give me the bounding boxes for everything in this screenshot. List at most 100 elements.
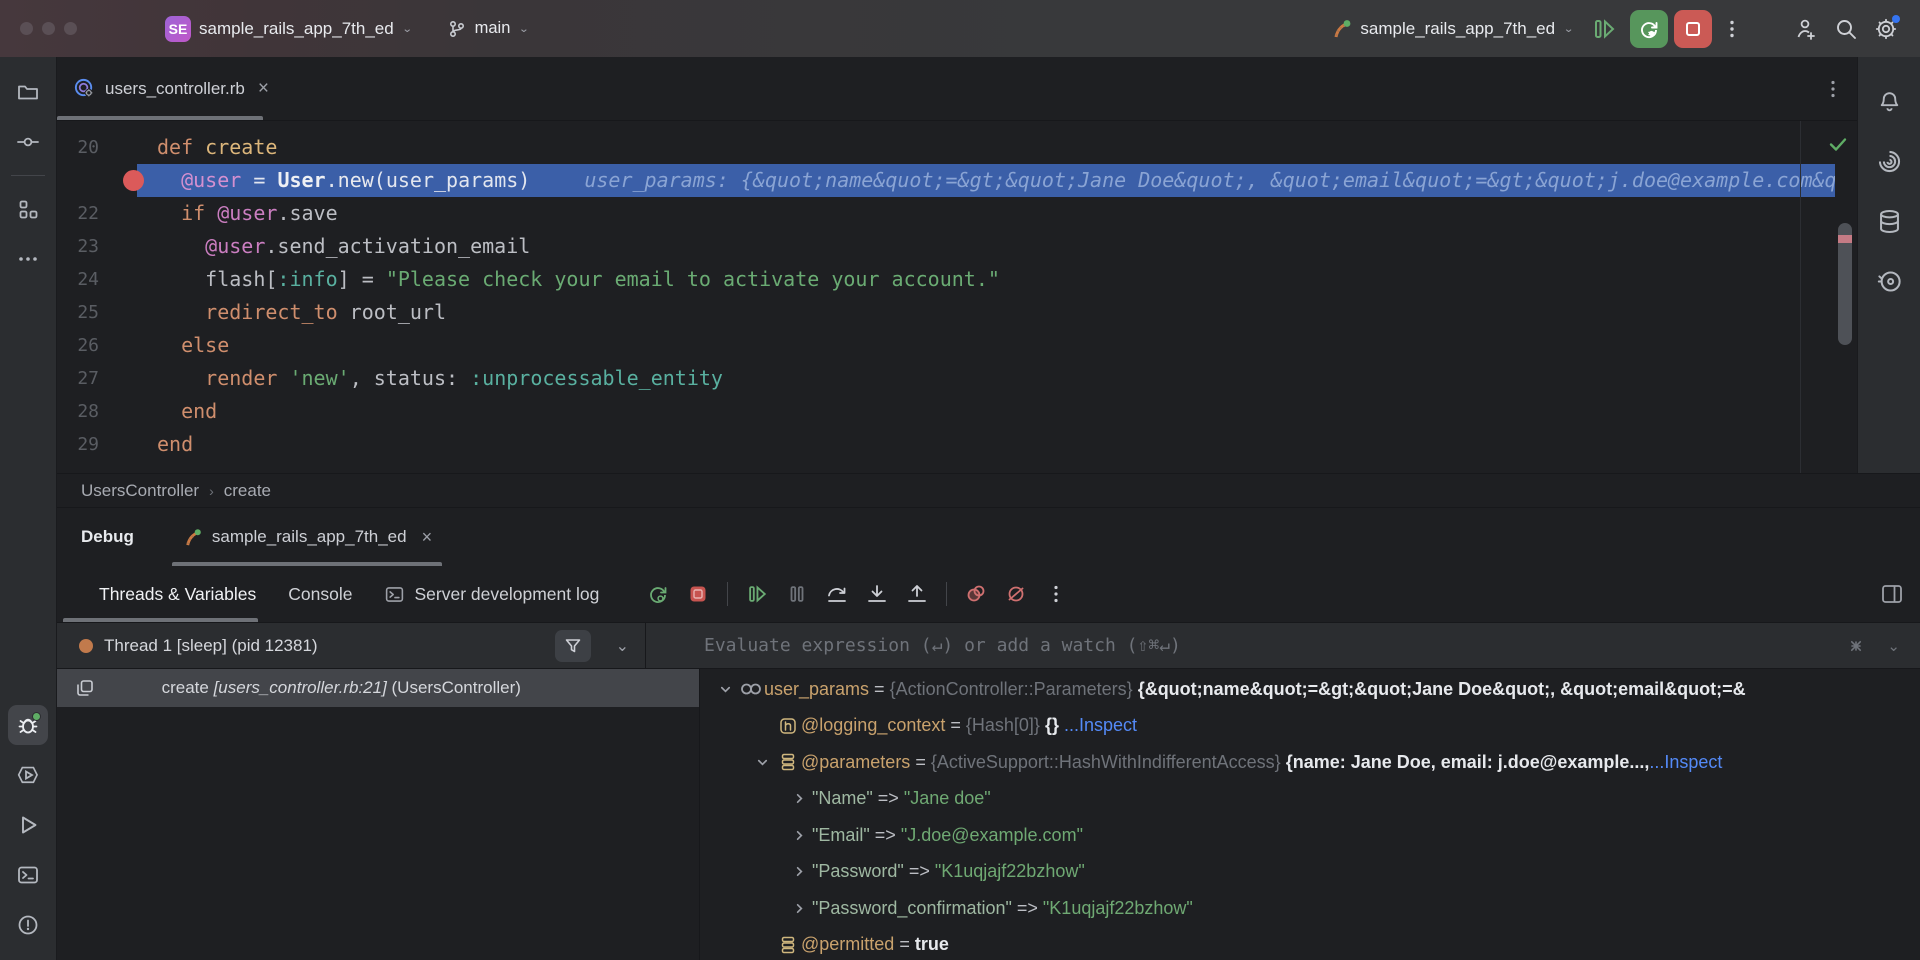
settings-icon[interactable] (1866, 10, 1906, 48)
step-into-icon[interactable] (862, 579, 892, 609)
code-text[interactable]: end (137, 428, 1835, 461)
chevron-down-icon[interactable]: ⌄ (1887, 637, 1900, 655)
run-icon[interactable] (8, 805, 48, 845)
code-line[interactable]: 22 if @user.save (57, 197, 1835, 230)
tab-threads-variables[interactable]: Threads & Variables (83, 566, 272, 622)
ai-assistant-icon[interactable] (1869, 141, 1909, 181)
problems-icon[interactable] (8, 905, 48, 945)
line-number[interactable]: 29 (57, 428, 137, 461)
code-line[interactable]: 26 else (57, 329, 1835, 362)
variable-row[interactable]: @logging_context = {Hash[0]} {} ...Inspe… (700, 708, 1920, 745)
variable-row[interactable]: @permitted = true (700, 927, 1920, 960)
pause-icon[interactable] (782, 579, 812, 609)
chevron-down-icon[interactable] (749, 756, 775, 769)
local-history-icon[interactable] (1869, 261, 1909, 301)
chevron-right-icon[interactable] (786, 902, 812, 915)
inspect-link[interactable]: ...Inspect (1649, 752, 1722, 773)
scrollbar-thumb[interactable] (1838, 223, 1852, 345)
line-number[interactable]: 24 (57, 263, 137, 296)
stop-button[interactable] (1674, 10, 1712, 48)
breakpoint-gutter[interactable] (57, 164, 137, 197)
search-icon[interactable] (1826, 10, 1866, 48)
code-text[interactable]: redirect_to root_url (137, 296, 1835, 329)
code-line[interactable]: 25 redirect_to root_url (57, 296, 1835, 329)
chevron-right-icon[interactable] (786, 829, 812, 842)
branch-widget[interactable]: main ⌄ (437, 13, 540, 45)
code-text[interactable]: end (137, 395, 1835, 428)
stop-icon[interactable] (683, 579, 713, 609)
tab-console[interactable]: Console (272, 566, 368, 622)
tab-users-controller[interactable]: users_controller.rb × (57, 57, 285, 120)
layout-settings-icon[interactable] (1880, 582, 1904, 606)
commit-icon[interactable] (8, 122, 48, 162)
line-number[interactable]: 20 (57, 131, 137, 164)
line-number[interactable]: 23 (57, 230, 137, 263)
project-folder-icon[interactable] (8, 72, 48, 112)
code-line[interactable]: 29end (57, 428, 1835, 461)
structure-icon[interactable] (8, 189, 48, 229)
code-line[interactable]: @user = User.new(user_params)user_params… (57, 164, 1835, 197)
code-line[interactable]: 20def create (57, 131, 1835, 164)
database-icon[interactable] (1869, 201, 1909, 241)
variable-row[interactable]: "Name" => "Jane doe" (700, 781, 1920, 818)
breadcrumb-method[interactable]: create (224, 481, 271, 501)
inline-watch-icon[interactable] (1847, 637, 1865, 655)
close-icon[interactable]: × (422, 527, 433, 548)
notifications-bell-icon[interactable] (1869, 81, 1909, 121)
mute-breakpoints-icon[interactable] (1001, 579, 1031, 609)
chevron-down-icon[interactable] (712, 683, 738, 696)
view-breakpoints-icon[interactable] (961, 579, 991, 609)
terminal-icon[interactable] (8, 855, 48, 895)
code-line[interactable]: 28 end (57, 395, 1835, 428)
code-line[interactable]: 24 flash[:info] = "Please check your ema… (57, 263, 1835, 296)
line-number[interactable]: 27 (57, 362, 137, 395)
chevron-down-icon[interactable]: ⌄ (616, 636, 629, 656)
code-text[interactable]: def create (137, 131, 1835, 164)
close-icon[interactable]: × (258, 78, 269, 100)
restart-debugger-button[interactable] (1630, 10, 1668, 48)
filter-frames-button[interactable] (555, 630, 591, 662)
more-icon[interactable] (1712, 10, 1752, 48)
line-number[interactable]: 28 (57, 395, 137, 428)
debug-icon[interactable] (8, 705, 48, 745)
more-icon[interactable] (1823, 79, 1843, 99)
frame-row[interactable]: create [users_controller.rb:21] (UsersCo… (57, 669, 699, 707)
line-number[interactable]: 25 (57, 296, 137, 329)
variables-pane[interactable]: user_params = {ActionController::Paramet… (700, 669, 1920, 960)
line-number[interactable]: 26 (57, 329, 137, 362)
evaluate-expression-input[interactable]: Evaluate expression (↵) or add a watch (… (704, 635, 1847, 656)
resume-icon[interactable] (742, 579, 772, 609)
run-config-widget[interactable]: sample_rails_app_7th_ed ⌄ (1320, 12, 1584, 46)
debug-session-tab[interactable]: sample_rails_app_7th_ed × (168, 508, 446, 566)
services-icon[interactable] (8, 755, 48, 795)
more-icon[interactable] (8, 239, 48, 279)
inspections-ok-icon[interactable] (1827, 133, 1849, 155)
variable-row[interactable]: "Email" => "J.doe@example.com" (700, 817, 1920, 854)
code-line[interactable]: 27 render 'new', status: :unprocessable_… (57, 362, 1835, 395)
variable-row[interactable]: @parameters = {ActiveSupport::HashWithIn… (700, 744, 1920, 781)
variable-row[interactable]: "Password_confirmation" => "K1uqjajf22bz… (700, 890, 1920, 927)
editor-lines[interactable]: 20def create @user = User.new(user_param… (57, 121, 1835, 473)
inspect-link[interactable]: ...Inspect (1064, 715, 1137, 736)
code-text[interactable]: else (137, 329, 1835, 362)
code-text[interactable]: @user.send_activation_email (137, 230, 1835, 263)
project-widget[interactable]: SE sample_rails_app_7th_ed ⌄ (155, 10, 423, 48)
breadcrumb-class[interactable]: UsersController (81, 481, 199, 501)
code-text[interactable]: @user = User.new(user_params)user_params… (137, 164, 1835, 197)
chevron-right-icon[interactable] (786, 865, 812, 878)
rerun-debug-icon[interactable] (643, 579, 673, 609)
breakpoint-dot[interactable] (123, 170, 144, 191)
code-text[interactable]: if @user.save (137, 197, 1835, 230)
add-user-icon[interactable] (1786, 10, 1826, 48)
editor-scrollbar[interactable] (1835, 121, 1857, 473)
code-text[interactable]: flash[:info] = "Please check your email … (137, 263, 1835, 296)
code-text[interactable]: render 'new', status: :unprocessable_ent… (137, 362, 1835, 395)
step-out-icon[interactable] (902, 579, 932, 609)
variable-row[interactable]: user_params = {ActionController::Paramet… (700, 671, 1920, 708)
chevron-right-icon[interactable] (786, 792, 812, 805)
resume-icon[interactable] (1584, 10, 1624, 48)
more-icon[interactable] (1041, 579, 1071, 609)
step-over-icon[interactable] (822, 579, 852, 609)
variable-row[interactable]: "Password" => "K1uqjajf22bzhow" (700, 854, 1920, 891)
traffic-lights[interactable] (20, 22, 77, 35)
